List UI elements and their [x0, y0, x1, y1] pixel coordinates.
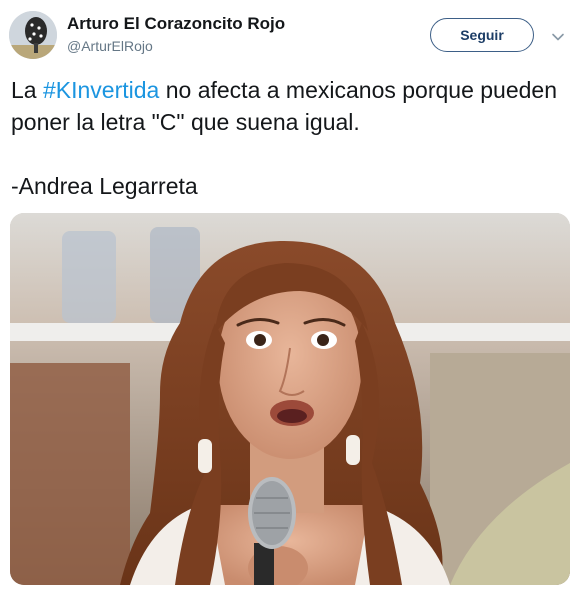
tweet-signature: -Andrea Legarreta	[11, 173, 198, 199]
avatar-image-icon	[9, 11, 57, 59]
tweet-body: La #KInvertida no afecta a mexicanos por…	[11, 74, 571, 138]
more-options-button[interactable]	[551, 30, 565, 44]
hashtag-link[interactable]: #KInvertida	[43, 77, 159, 103]
display-name[interactable]: Arturo El Corazoncito Rojo	[67, 14, 285, 34]
tweet-text: La #KInvertida no afecta a mexicanos por…	[11, 74, 571, 202]
photo-image	[10, 213, 570, 585]
avatar[interactable]	[9, 11, 57, 59]
tweet-photo[interactable]	[10, 213, 570, 585]
follow-button[interactable]: Seguir	[430, 18, 534, 52]
chevron-down-icon	[552, 33, 564, 41]
user-handle[interactable]: @ArturElRojo	[67, 38, 153, 54]
tweet-text-before: La	[11, 77, 43, 103]
tweet-header: Arturo El Corazoncito Rojo @ArturElRojo …	[0, 0, 580, 70]
